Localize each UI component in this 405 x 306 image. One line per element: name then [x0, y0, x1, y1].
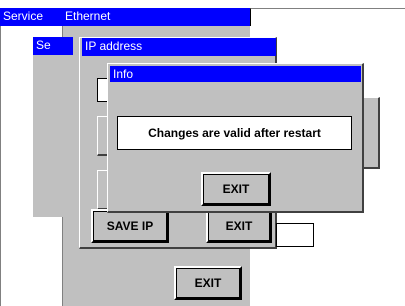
info-dialog: Info Changes are valid after restart EXI… — [107, 63, 364, 213]
sub-body — [33, 55, 73, 217]
info-title: Info — [113, 67, 134, 81]
sub-titlebar: Se — [33, 37, 73, 55]
ethernet-titlebar: Ethernet — [62, 8, 250, 26]
service-titlebar: Service — [0, 8, 64, 26]
save-ip-label: SAVE IP — [106, 219, 154, 233]
ip-exit-label: EXIT — [225, 219, 253, 233]
info-titlebar: Info — [110, 66, 361, 82]
ethernet-exit-button[interactable]: EXIT — [174, 266, 242, 300]
ip-exit-button[interactable]: EXIT — [206, 209, 272, 243]
top-bar-right — [250, 8, 405, 26]
info-exit-label: EXIT — [222, 182, 250, 196]
ethernet-exit-label: EXIT — [194, 276, 222, 290]
ip-address-title: IP address — [85, 39, 143, 53]
ip-field-right[interactable] — [276, 223, 314, 247]
info-exit-button[interactable]: EXIT — [201, 172, 271, 206]
sub-window: Se — [33, 37, 73, 217]
info-message-text: Changes are valid after restart — [148, 126, 321, 140]
ethernet-title: Ethernet — [65, 9, 111, 23]
save-ip-button[interactable]: SAVE IP — [91, 209, 169, 243]
sub-title: Se — [36, 38, 51, 52]
info-message: Changes are valid after restart — [117, 116, 352, 150]
service-title: Service — [3, 9, 44, 23]
ip-address-titlebar: IP address — [82, 38, 276, 56]
